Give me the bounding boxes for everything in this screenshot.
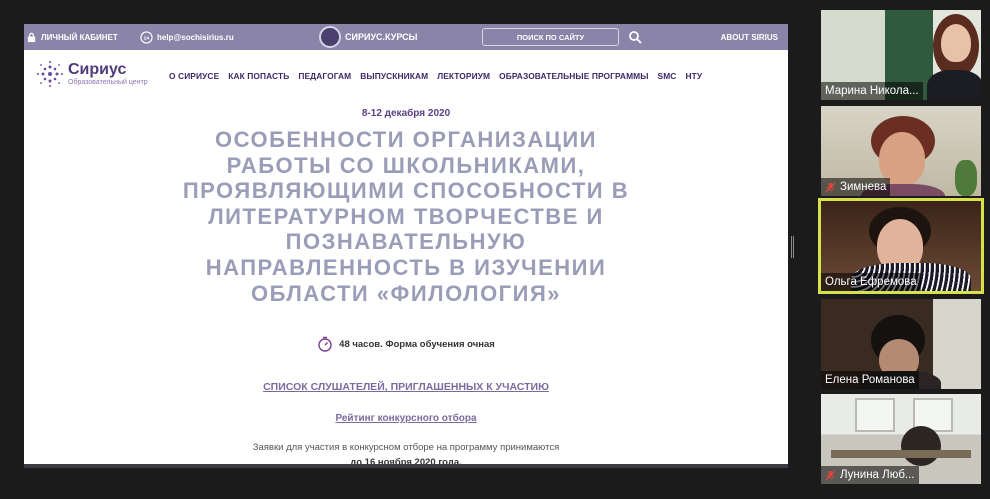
logo-subtitle: Образовательный центр (68, 78, 148, 86)
about-label: ABOUT SIRIUS (720, 32, 778, 42)
program-title: ОСОБЕННОСТИ ОРГАНИЗАЦИИ РАБОТЫ СО ШКОЛЬН… (146, 127, 666, 306)
site-search-input[interactable]: ПОИСК ПО САЙТУ (482, 28, 619, 46)
title-line: ПОЗНАВАТЕЛЬНУЮ (285, 229, 527, 255)
title-line: НАПРАВЛЕННОСТЬ В ИЗУЧЕНИИ (205, 254, 607, 280)
participant-name: Марина Никола... (825, 85, 919, 97)
mic-muted-icon (825, 469, 836, 481)
participant-face (941, 24, 971, 62)
menu-item-how-to-get[interactable]: КАК ПОПАСТЬ (228, 71, 289, 81)
lock-icon (27, 32, 36, 42)
program-dates: 8-12 декабря 2020 (361, 108, 451, 119)
hours-text: 48 часов. Форма обучения очная (339, 338, 495, 350)
brand-label: СИРИУС.КУРСЫ (345, 32, 418, 42)
program-hours: 48 часов. Форма обучения очная (24, 336, 788, 352)
help-email-link[interactable]: 24 help@sochisirius.ru (140, 24, 234, 50)
participant-tile[interactable]: Зимнева (821, 106, 981, 196)
search-placeholder: ПОИСК ПО САЙТУ (516, 32, 585, 42)
participant-name-tag: Елена Романова (821, 371, 919, 389)
logo-name: Сириус (68, 60, 127, 78)
zoom-meeting-window: ЛИЧНЫЙ КАБИНЕТ 24 help@sochisirius.ru СИ… (0, 0, 990, 499)
main-menu: О СИРИУСЕ КАК ПОПАСТЬ ПЕДАГОГАМ ВЫПУСКНИ… (169, 71, 702, 81)
participant-name-tag: Зимнева (821, 178, 891, 196)
application-info: Заявки для участия в конкурсном отборе н… (252, 442, 560, 454)
participant-name: Ольга Ефремова (825, 276, 917, 288)
menu-item-ntu[interactable]: НТУ (685, 71, 702, 81)
title-line: ОБЛАСТИ «ФИЛОЛОГИЯ» (250, 280, 562, 306)
menu-item-smc[interactable]: SMC (658, 71, 677, 81)
participant-name-tag: Лунина Люб... (821, 466, 919, 484)
window (855, 398, 895, 432)
participant-name-tag: Марина Никола... (821, 82, 923, 100)
mic-muted-icon (825, 181, 836, 193)
help-email: help@sochisirius.ru (157, 32, 234, 42)
program-content: 8-12 декабря 2020 ОСОБЕННОСТИ ОРГАНИЗАЦИ… (24, 102, 788, 468)
title-line: РАБОТЫ СО ШКОЛЬНИКАМИ, (226, 152, 586, 178)
participants-list-link[interactable]: СПИСОК СЛУШАТЕЛЕЙ, ПРИГЛАШЕННЫХ К УЧАСТИ… (24, 381, 788, 393)
logo-text: Сириус Образовательный центр (68, 60, 148, 87)
site-top-bar: ЛИЧНЫЙ КАБИНЕТ 24 help@sochisirius.ru СИ… (24, 24, 788, 50)
title-line: ПРОЯВЛЯЮЩИМИ СПОСОБНОСТИ В (182, 178, 630, 204)
participant-name: Елена Романова (825, 374, 915, 386)
shared-screen: ЛИЧНЫЙ КАБИНЕТ 24 help@sochisirius.ru СИ… (24, 24, 788, 468)
participant-tile[interactable]: Лунина Люб... (821, 394, 981, 484)
participant-name: Зимнева (840, 181, 887, 193)
timer-icon (318, 336, 332, 352)
search-icon[interactable] (628, 30, 642, 44)
svg-text:24: 24 (144, 35, 150, 40)
about-sirius-link[interactable]: ABOUT SIRIUS (721, 24, 778, 50)
participant-name: Лунина Люб... (840, 469, 915, 481)
personal-cabinet-link[interactable]: ЛИЧНЫЙ КАБИНЕТ (26, 24, 118, 50)
participant-tile[interactable]: Марина Никола... (821, 10, 981, 100)
sirius-courses-brand[interactable]: СИРИУС.КУРСЫ (319, 24, 417, 50)
menu-item-about[interactable]: О СИРИУСЕ (169, 71, 219, 81)
page-bottom-strip (24, 464, 788, 468)
mascot-icon (319, 26, 341, 48)
menu-item-graduates[interactable]: ВЫПУСКНИКАМ (360, 71, 428, 81)
desk (831, 450, 971, 458)
plant (955, 160, 977, 196)
sirius-star-logo-icon (37, 61, 63, 87)
menu-item-lectorium[interactable]: ЛЕКТОРИУМ (437, 71, 490, 81)
sirius-logo[interactable]: Сириус Образовательный центр (36, 60, 148, 88)
panel-resize-handle[interactable] (791, 236, 795, 258)
title-line: ОСОБЕННОСТИ ОРГАНИЗАЦИИ (215, 127, 597, 152)
menu-item-teachers[interactable]: ПЕДАГОГАМ (298, 71, 351, 81)
support-24-icon: 24 (140, 30, 153, 44)
participant-tile[interactable]: Елена Романова (821, 299, 981, 389)
menu-item-programs[interactable]: ОБРАЗОВАТЕЛЬНЫЕ ПРОГРАММЫ (499, 71, 648, 81)
title-line: ЛИТЕРАТУРНОМ ТВОРЧЕСТВЕ И (208, 203, 604, 229)
participant-name-tag: Ольга Ефремова (821, 273, 921, 291)
personal-cabinet-label: ЛИЧНЫЙ КАБИНЕТ (41, 32, 118, 42)
rating-link[interactable]: Рейтинг конкурсного отбора (24, 413, 788, 424)
active-speaker-tile[interactable]: Ольга Ефремова (818, 198, 984, 294)
site-nav: Сириус Образовательный центр О СИРИУСЕ К… (24, 50, 788, 102)
